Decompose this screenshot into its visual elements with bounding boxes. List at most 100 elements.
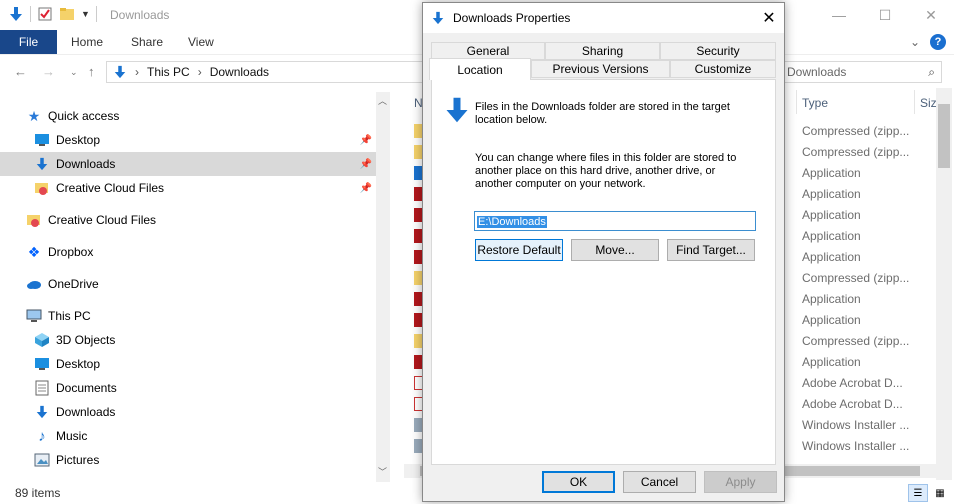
nav-item-desktop[interactable]: Desktop 📌 bbox=[0, 128, 376, 152]
nav-item-desktop-pc[interactable]: Desktop bbox=[0, 352, 376, 376]
search-input[interactable]: Downloads ⌕ bbox=[782, 61, 942, 83]
breadcrumb-downloads[interactable]: Downloads bbox=[210, 65, 269, 79]
file-type-cell: Application bbox=[802, 208, 861, 222]
download-arrow-icon bbox=[114, 65, 126, 79]
tab-home[interactable]: Home bbox=[71, 35, 103, 49]
large-icons-view-icon[interactable]: ▦ bbox=[930, 484, 950, 502]
download-arrow-icon bbox=[34, 156, 50, 172]
nav-item-label: This PC bbox=[48, 309, 91, 323]
nav-item-label: Quick access bbox=[48, 109, 120, 123]
nav-item-pictures[interactable]: Pictures bbox=[0, 448, 376, 472]
computer-icon bbox=[26, 308, 42, 324]
properties-dialog: Downloads Properties ✕ General Sharing S… bbox=[422, 2, 785, 502]
location-path-input[interactable]: E:\Downloads bbox=[474, 211, 756, 231]
toolbar-separator bbox=[30, 6, 31, 22]
item-count: 89 items bbox=[15, 486, 61, 500]
nav-pane-scrollbar[interactable]: ︿ ﹀ bbox=[376, 92, 390, 482]
close-button[interactable]: ✕ bbox=[908, 0, 954, 30]
nav-item-creative-cloud[interactable]: Creative Cloud Files 📌 bbox=[0, 176, 376, 200]
maximize-button[interactable]: ☐ bbox=[862, 0, 908, 30]
path-value: E:\Downloads bbox=[477, 216, 547, 228]
column-divider[interactable] bbox=[914, 90, 915, 114]
nav-item-label: Downloads bbox=[56, 157, 116, 171]
breadcrumb-separator: › bbox=[197, 65, 202, 79]
help-button[interactable]: ? bbox=[930, 34, 946, 50]
restore-default-button[interactable]: Restore Default bbox=[475, 239, 563, 261]
download-arrow-icon bbox=[432, 11, 444, 25]
breadcrumb-this-pc[interactable]: This PC bbox=[147, 65, 190, 79]
quick-access-toolbar: ▼ bbox=[8, 6, 97, 22]
scrollbar-thumb[interactable] bbox=[938, 104, 950, 168]
column-divider[interactable] bbox=[796, 90, 797, 114]
search-placeholder: Downloads bbox=[787, 65, 847, 79]
navigation-pane: ★ Quick access Desktop 📌 Downloads 📌 Cre… bbox=[0, 92, 390, 482]
dropbox-icon: ❖ bbox=[27, 243, 41, 260]
nav-item-downloads-pc[interactable]: Downloads bbox=[0, 400, 376, 424]
tab-file[interactable]: File bbox=[0, 30, 57, 54]
file-type-cell: Adobe Acrobat D... bbox=[802, 376, 903, 390]
file-type-cell: Application bbox=[802, 229, 861, 243]
properties-check-icon[interactable] bbox=[37, 6, 53, 22]
customize-toolbar-icon[interactable]: ▼ bbox=[81, 9, 90, 19]
column-header-size[interactable]: Siz bbox=[920, 96, 937, 110]
pin-icon[interactable]: 📌 bbox=[360, 135, 372, 146]
tab-sharing[interactable]: Sharing bbox=[545, 42, 660, 60]
tab-location[interactable]: Location bbox=[429, 58, 531, 80]
nav-item-label: Pictures bbox=[56, 453, 100, 467]
ok-button[interactable]: OK bbox=[542, 471, 615, 493]
breadcrumb-separator: › bbox=[135, 65, 139, 79]
dialog-close-button[interactable]: ✕ bbox=[754, 3, 784, 33]
tab-view[interactable]: View bbox=[188, 35, 214, 49]
up-arrow-icon[interactable]: ↑ bbox=[88, 64, 95, 79]
file-type-cell: Application bbox=[802, 313, 861, 327]
nav-item-label: Creative Cloud Files bbox=[56, 181, 165, 195]
scroll-up-icon[interactable]: ︿ bbox=[378, 94, 387, 107]
tab-previous-versions[interactable]: Previous Versions bbox=[531, 60, 670, 78]
minimize-button[interactable]: — bbox=[816, 0, 862, 30]
search-icon: ⌕ bbox=[928, 65, 935, 79]
move-button[interactable]: Move... bbox=[571, 239, 659, 261]
tab-share[interactable]: Share bbox=[131, 35, 163, 49]
nav-item-label: Creative Cloud Files bbox=[48, 213, 157, 227]
find-target-button[interactable]: Find Target... bbox=[667, 239, 755, 261]
column-header-type[interactable]: Type bbox=[802, 96, 828, 110]
desktop-icon bbox=[34, 132, 50, 148]
new-folder-icon[interactable] bbox=[59, 6, 75, 22]
location-tab-panel: Files in the Downloads folder are stored… bbox=[431, 79, 776, 465]
nav-item-music[interactable]: ♪ Music bbox=[0, 424, 376, 448]
creative-cloud-icon bbox=[26, 212, 42, 228]
recent-locations-icon[interactable]: ⌄ bbox=[70, 67, 78, 78]
cancel-button[interactable]: Cancel bbox=[623, 471, 696, 493]
details-view-icon[interactable]: ☰ bbox=[908, 484, 928, 502]
tab-security[interactable]: Security bbox=[660, 42, 776, 60]
nav-item-quick-access[interactable]: ★ Quick access bbox=[0, 104, 376, 128]
nav-item-3d-objects[interactable]: 3D Objects bbox=[0, 328, 376, 352]
download-arrow-icon[interactable] bbox=[8, 6, 24, 22]
nav-item-label: Downloads bbox=[56, 405, 116, 419]
nav-item-creative-cloud-root[interactable]: Creative Cloud Files bbox=[0, 208, 376, 232]
pin-icon[interactable]: 📌 bbox=[360, 159, 372, 170]
file-type-cell: Application bbox=[802, 187, 861, 201]
download-arrow-icon bbox=[34, 404, 50, 420]
address-bar[interactable]: › This PC › Downloads bbox=[106, 61, 426, 83]
star-icon: ★ bbox=[27, 107, 41, 124]
nav-item-label: Music bbox=[56, 429, 88, 443]
file-type-cell: Adobe Acrobat D... bbox=[802, 397, 903, 411]
nav-item-downloads[interactable]: Downloads 📌 bbox=[0, 152, 376, 176]
picture-icon bbox=[34, 452, 50, 468]
nav-item-documents[interactable]: Documents bbox=[0, 376, 376, 400]
scroll-down-icon[interactable]: ﹀ bbox=[378, 465, 387, 478]
tab-customize[interactable]: Customize bbox=[670, 60, 776, 78]
nav-item-label: Dropbox bbox=[48, 245, 94, 259]
apply-button[interactable]: Apply bbox=[704, 471, 777, 493]
nav-item-dropbox[interactable]: ❖ Dropbox bbox=[0, 240, 376, 264]
ribbon-collapse-icon[interactable]: ⌄ bbox=[910, 35, 920, 49]
dialog-title-bar: Downloads Properties ✕ bbox=[423, 3, 784, 33]
nav-item-onedrive[interactable]: OneDrive bbox=[0, 272, 376, 296]
nav-item-this-pc[interactable]: This PC bbox=[0, 304, 376, 328]
forward-arrow-icon[interactable]: → bbox=[42, 64, 55, 79]
nav-item-label: OneDrive bbox=[48, 277, 99, 291]
pin-icon[interactable]: 📌 bbox=[360, 183, 372, 194]
back-arrow-icon[interactable]: ← bbox=[14, 64, 27, 79]
nav-item-label: 3D Objects bbox=[56, 333, 116, 347]
